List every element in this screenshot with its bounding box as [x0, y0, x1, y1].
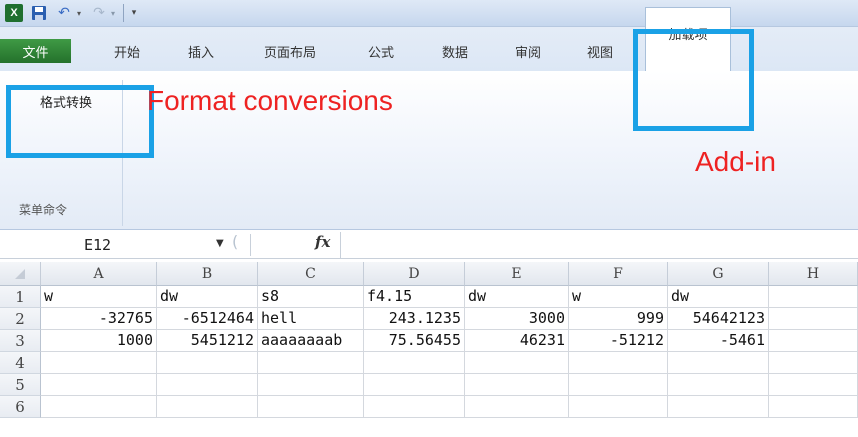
formula-bar-separator — [250, 234, 251, 256]
cell-c6[interactable] — [258, 396, 364, 418]
column-header-f[interactable]: F — [569, 262, 668, 286]
save-icon[interactable] — [30, 4, 48, 22]
cell-e1[interactable]: dw — [465, 286, 569, 308]
cell-c5[interactable] — [258, 374, 364, 396]
row-header-6[interactable]: 6 — [0, 396, 41, 418]
cell-g2[interactable]: 54642123 — [668, 308, 769, 330]
cell-a5[interactable] — [41, 374, 157, 396]
cell-d2[interactable]: 243.1235 — [364, 308, 465, 330]
column-header-b[interactable]: B — [157, 262, 258, 286]
cell-h4[interactable] — [769, 352, 858, 374]
cell-d1[interactable]: f4.15 — [364, 286, 465, 308]
cell-g5[interactable] — [668, 374, 769, 396]
column-header-h[interactable]: H — [769, 262, 858, 286]
cell-f4[interactable] — [569, 352, 668, 374]
name-box[interactable]: E12 — [0, 232, 240, 258]
cell-g6[interactable] — [668, 396, 769, 418]
cell-b1[interactable]: dw — [157, 286, 258, 308]
cell-a6[interactable] — [41, 396, 157, 418]
cell-b2[interactable]: -6512464 — [157, 308, 258, 330]
cell-g1[interactable]: dw — [668, 286, 769, 308]
cancel-icon[interactable]: ( — [232, 232, 238, 251]
cell-h6[interactable] — [769, 396, 858, 418]
cell-e6[interactable] — [465, 396, 569, 418]
row-header-4[interactable]: 4 — [0, 352, 41, 374]
redo-dropdown-icon[interactable]: ▾ — [108, 4, 118, 22]
spreadsheet-grid: A B C D E F G H 1 2 3 4 5 6 w dw s8 f4.15 dw… — [0, 262, 858, 437]
undo-dropdown-icon[interactable]: ▾ — [74, 4, 84, 22]
column-header-c[interactable]: C — [258, 262, 364, 286]
select-all-corner[interactable] — [0, 262, 41, 286]
name-box-dropdown-icon[interactable]: ▼ — [216, 238, 224, 249]
cell-b5[interactable] — [157, 374, 258, 396]
cell-c4[interactable] — [258, 352, 364, 374]
redo-icon[interactable]: ↷ — [90, 4, 108, 22]
cell-a2[interactable]: -32765 — [41, 308, 157, 330]
row-header-1[interactable]: 1 — [0, 286, 41, 308]
cell-c3[interactable]: aaaaaaaab — [258, 330, 364, 352]
customize-icon[interactable]: ▾ — [128, 4, 140, 22]
cell-h3[interactable] — [769, 330, 858, 352]
cell-e3[interactable]: 46231 — [465, 330, 569, 352]
tab-home[interactable]: 开始 — [104, 41, 150, 61]
cell-f2[interactable]: 999 — [569, 308, 668, 330]
cell-f3[interactable]: -51212 — [569, 330, 668, 352]
cell-a3[interactable]: 1000 — [41, 330, 157, 352]
tab-file[interactable]: 文件 — [0, 39, 71, 63]
row-header-3[interactable]: 3 — [0, 330, 41, 352]
tab-view[interactable]: 视图 — [577, 41, 623, 61]
cell-e2[interactable]: 3000 — [465, 308, 569, 330]
cell-b3[interactable]: 5451212 — [157, 330, 258, 352]
cell-h5[interactable] — [769, 374, 858, 396]
cell-d3[interactable]: 75.56455 — [364, 330, 465, 352]
cell-a4[interactable] — [41, 352, 157, 374]
column-header-e[interactable]: E — [465, 262, 569, 286]
tab-review[interactable]: 审阅 — [505, 41, 551, 61]
column-header-d[interactable]: D — [364, 262, 465, 286]
highlight-box-addin — [633, 29, 754, 131]
cell-d5[interactable] — [364, 374, 465, 396]
highlight-box-format — [6, 85, 154, 158]
cell-h1[interactable] — [769, 286, 858, 308]
insert-function-icon[interactable]: fx — [315, 233, 330, 251]
cell-b4[interactable] — [157, 352, 258, 374]
undo-icon[interactable]: ↶ — [55, 4, 73, 22]
cell-f1[interactable]: w — [569, 286, 668, 308]
cell-c1[interactable]: s8 — [258, 286, 364, 308]
cell-d4[interactable] — [364, 352, 465, 374]
cell-g4[interactable] — [668, 352, 769, 374]
tab-insert[interactable]: 插入 — [178, 41, 224, 61]
cell-e4[interactable] — [465, 352, 569, 374]
column-header-a[interactable]: A — [41, 262, 157, 286]
cell-b6[interactable] — [157, 396, 258, 418]
column-header-g[interactable]: G — [668, 262, 769, 286]
annotation-format-conversions: Format conversions — [147, 85, 393, 116]
cell-f6[interactable] — [569, 396, 668, 418]
tab-data[interactable]: 数据 — [432, 41, 478, 61]
annotation-addin: Add-in — [695, 146, 776, 177]
tab-formulas[interactable]: 公式 — [358, 41, 404, 61]
row-header-5[interactable]: 5 — [0, 374, 41, 396]
tab-page-layout[interactable]: 页面布局 — [250, 41, 330, 61]
cell-a1[interactable]: w — [41, 286, 157, 308]
cell-g3[interactable]: -5461 — [668, 330, 769, 352]
group-label: 菜单命令 — [19, 203, 68, 217]
cell-h2[interactable] — [769, 308, 858, 330]
toolbar-separator — [123, 4, 124, 22]
cell-f5[interactable] — [569, 374, 668, 396]
formula-input[interactable] — [340, 232, 858, 258]
cell-e5[interactable] — [465, 374, 569, 396]
row-header-2[interactable]: 2 — [0, 308, 41, 330]
cell-d6[interactable] — [364, 396, 465, 418]
excel-icon[interactable]: X — [5, 4, 23, 22]
cell-c2[interactable]: hell — [258, 308, 364, 330]
